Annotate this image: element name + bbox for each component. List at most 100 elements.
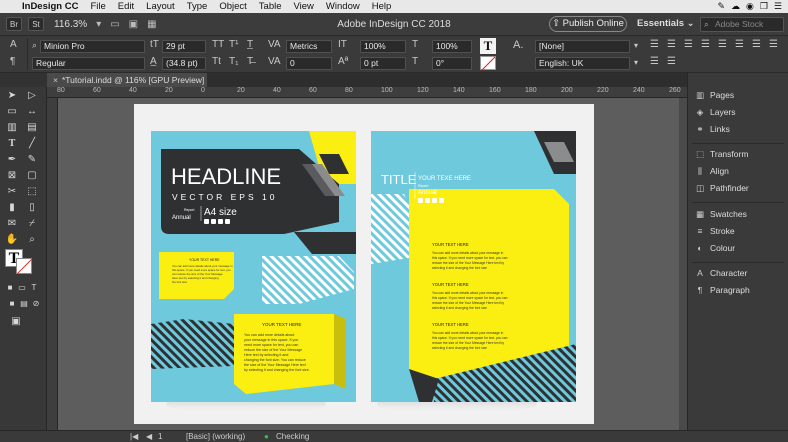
free-transform-tool-icon[interactable]: ⬚ — [24, 185, 40, 199]
record-status-icon[interactable]: ◉ — [746, 1, 754, 12]
pencil-tool-icon[interactable]: ✎ — [24, 153, 40, 167]
align-right-icon[interactable]: ☰ — [684, 39, 693, 51]
document-tab[interactable]: × *Tutorial.indd @ 116% [GPU Preview] — [47, 73, 207, 87]
char-formatting-icon[interactable]: A — [10, 39, 17, 51]
stock-search-input[interactable]: ⌕ Adobe Stock — [700, 17, 784, 32]
panel-pathfinder[interactable]: ◫ Pathfinder — [694, 181, 749, 195]
hand-tool-icon[interactable]: ✋ — [4, 233, 20, 247]
panel-character[interactable]: A Character — [694, 266, 747, 280]
direct-selection-tool-icon[interactable]: ▷ — [24, 89, 40, 103]
content-collector-icon[interactable]: ▥ — [4, 121, 20, 135]
stroke-swatch-icon[interactable] — [16, 258, 33, 275]
justify-center-icon[interactable]: ☰ — [718, 39, 727, 51]
panel-swatches[interactable]: ▦ Swatches — [694, 207, 747, 221]
page-number[interactable]: 1 — [158, 432, 162, 441]
justify-right-icon[interactable]: ☰ — [735, 39, 744, 51]
note-tool-icon[interactable]: ✉ — [4, 217, 20, 231]
text-fill-swatch-icon[interactable]: T — [480, 38, 496, 54]
horizontal-scale-field[interactable]: 100% — [432, 40, 472, 53]
underline-icon[interactable]: T̲ — [247, 39, 253, 51]
apply-none-icon[interactable]: ⊘ — [28, 297, 44, 311]
menu-object[interactable]: Object — [213, 1, 252, 12]
superscript-icon[interactable]: T¹ — [229, 39, 238, 51]
kerning-field[interactable]: Metrics — [286, 40, 332, 53]
menu-file[interactable]: File — [84, 1, 111, 12]
pen-tool-icon[interactable]: ✒ — [4, 153, 20, 167]
font-style-field[interactable]: Regular — [32, 57, 145, 70]
strikethrough-icon[interactable]: T̶ — [247, 56, 253, 68]
text-stroke-swatch-icon[interactable] — [480, 56, 496, 71]
para-formatting-icon[interactable]: ¶ — [10, 56, 15, 68]
zoom-tool-icon[interactable]: ⌕ — [24, 233, 40, 247]
screen-mode-icon[interactable]: ▣ — [129, 19, 138, 30]
first-page-icon[interactable]: |◀ — [130, 432, 138, 441]
arrange-documents-icon[interactable]: ▦ — [147, 19, 156, 30]
cloud-status-icon[interactable]: ☁ — [731, 1, 740, 12]
content-placer-icon[interactable]: ▤ — [24, 121, 40, 135]
menu-app[interactable]: InDesign CC — [16, 1, 84, 12]
all-caps-icon[interactable]: TT — [212, 39, 224, 51]
menu-edit[interactable]: Edit — [112, 1, 140, 12]
panel-colour[interactable]: ◐ Colour — [694, 241, 735, 255]
gap-tool-icon[interactable]: ↔ — [24, 105, 40, 119]
align-center-icon[interactable]: ☰ — [667, 39, 676, 51]
pen-status-icon[interactable]: ✎ — [717, 1, 725, 12]
gradient-swatch-tool-icon[interactable]: ▮ — [4, 201, 20, 215]
preflight-status[interactable]: Checking — [276, 432, 309, 441]
vertical-scrollbar[interactable] — [679, 98, 687, 430]
menu-view[interactable]: View — [288, 1, 320, 12]
selection-tool-icon[interactable]: ➤ — [4, 89, 20, 103]
view-options-icon[interactable]: ▭ — [110, 19, 119, 30]
justify-all-icon[interactable]: ☰ — [752, 39, 761, 51]
panel-links[interactable]: ⚭ Links — [694, 122, 729, 136]
subscript-icon[interactable]: T₁ — [229, 56, 238, 68]
style-status[interactable]: [Basic] (working) — [186, 432, 245, 441]
publish-online-button[interactable]: ⇪ Publish Online — [549, 16, 627, 32]
line-tool-icon[interactable]: ╱ — [24, 137, 40, 151]
close-icon[interactable]: × — [53, 75, 58, 85]
stock-button[interactable]: St — [28, 17, 44, 31]
page-tool-icon[interactable]: ▭ — [4, 105, 20, 119]
gradient-feather-tool-icon[interactable]: ▯ — [24, 201, 40, 215]
workspace-switcher[interactable]: Essentials ⌄ — [637, 18, 695, 29]
screen-mode-tool-icon[interactable]: ▣ — [8, 315, 24, 329]
eyedropper-tool-icon[interactable]: ⌿ — [24, 217, 40, 231]
language-dropdown-icon[interactable]: ▾ — [634, 57, 638, 69]
formatting-text-icon[interactable]: T — [26, 281, 42, 295]
panel-align[interactable]: ⫼ Align — [694, 164, 729, 178]
justify-left-icon[interactable]: ☰ — [701, 39, 710, 51]
panel-pages[interactable]: ▥ Pages — [694, 88, 734, 102]
vertical-ruler[interactable] — [47, 98, 58, 430]
bridge-button[interactable]: Br — [6, 17, 22, 31]
type-tool-icon[interactable]: T — [4, 137, 20, 151]
vertical-scale-field[interactable]: 100% — [360, 40, 406, 53]
rectangle-tool-icon[interactable]: ▢ — [24, 169, 40, 183]
window-status-icon[interactable]: ❒ — [760, 1, 768, 12]
panel-transform[interactable]: ⬚ Transform — [694, 147, 748, 161]
character-style-field[interactable]: [None] — [535, 40, 630, 53]
horizontal-ruler[interactable]: 80 60 40 20 0 20 40 60 80 100 120 140 160 180 200 220 24… — [47, 87, 687, 98]
tracking-field[interactable]: 0 — [286, 57, 332, 70]
list-status-icon[interactable]: ☰ — [774, 1, 782, 12]
document-canvas[interactable]: HEADLINE VECTOR EPS 10 Report Annual A4 … — [58, 98, 687, 430]
panel-paragraph[interactable]: ¶ Paragraph — [694, 283, 750, 297]
leading-field[interactable]: (34.8 pt) — [162, 57, 206, 70]
font-size-field[interactable]: 29 pt — [162, 40, 206, 53]
menu-help[interactable]: Help — [366, 1, 398, 12]
rectangle-frame-tool-icon[interactable]: ⊠ — [4, 169, 20, 183]
zoom-dropdown-icon[interactable]: ▾ — [96, 19, 101, 30]
prev-page-icon[interactable]: ◀ — [146, 432, 152, 441]
menu-type[interactable]: Type — [181, 1, 214, 12]
menu-table[interactable]: Table — [253, 1, 288, 12]
align-away-spine-icon[interactable]: ☰ — [667, 56, 676, 68]
font-family-field[interactable]: Minion Pro — [40, 40, 145, 53]
style-dropdown-icon[interactable]: ▾ — [634, 40, 638, 52]
language-field[interactable]: English: UK — [535, 57, 630, 70]
menu-layout[interactable]: Layout — [140, 1, 181, 12]
panel-layers[interactable]: ◈ Layers — [694, 105, 736, 119]
panel-stroke[interactable]: ≡ Stroke — [694, 224, 735, 238]
menu-window[interactable]: Window — [320, 1, 366, 12]
align-spine-icon[interactable]: ☰ — [769, 39, 778, 51]
baseline-shift-field[interactable]: 0 pt — [360, 57, 406, 70]
scissors-tool-icon[interactable]: ✂ — [4, 185, 20, 199]
